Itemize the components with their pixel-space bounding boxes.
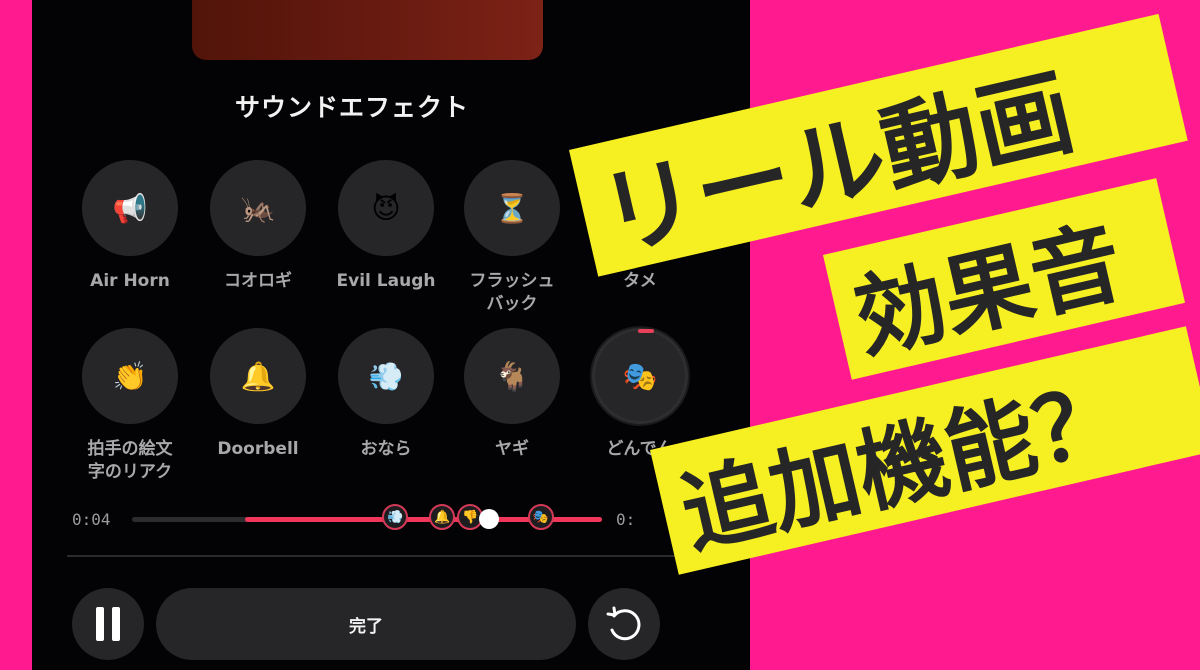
theater-masks-icon: 🎭 xyxy=(532,509,549,525)
puff-marker[interactable]: 💨 xyxy=(382,504,409,530)
puff-icon: 💨 xyxy=(387,509,404,525)
effect-label: 拍手の絵文 字のリアク xyxy=(87,439,173,482)
divider xyxy=(67,555,750,557)
effect-goat[interactable]: 🐐 ヤギ xyxy=(457,328,567,461)
clapping-hands-icon: 👏 xyxy=(112,359,148,393)
current-time: 0:04 xyxy=(72,510,111,529)
cricket-icon: 🦗 xyxy=(240,191,276,225)
effect-label: Evil Laugh xyxy=(336,271,436,291)
effect-donden-selected[interactable]: 🎭 どんでん xyxy=(585,328,695,461)
phone-screen: サウンドエフェクト 📢 Air Horn 🦗 コオロギ 😈 Evil Laugh… xyxy=(32,0,750,670)
thumbs-down-icon: 👎 xyxy=(462,509,479,525)
puff-icon: 💨 xyxy=(368,359,404,393)
pause-button[interactable] xyxy=(72,588,144,660)
theater-masks-marker[interactable]: 🎭 xyxy=(527,504,554,530)
effect-fart[interactable]: 💨 おなら xyxy=(331,328,441,461)
air-horn-icon: 📢 xyxy=(112,191,148,225)
effect-label: フラッシュ バック xyxy=(469,271,555,314)
bell-marker[interactable]: 🔔 xyxy=(429,504,456,530)
reset-button[interactable] xyxy=(588,588,660,660)
effect-label: Air Horn xyxy=(90,271,170,291)
video-preview xyxy=(192,0,543,60)
undo-icon xyxy=(606,606,641,641)
end-time: 0: xyxy=(616,510,636,529)
selection-indicator xyxy=(638,329,654,333)
effect-label: Doorbell xyxy=(217,439,299,459)
done-button[interactable]: 完了 xyxy=(156,588,576,660)
bell-icon: 🔔 xyxy=(434,509,451,525)
effect-applause[interactable]: 👏 拍手の絵文 字のリアク xyxy=(75,328,185,484)
sheet-title: サウンドエフェクト xyxy=(234,93,469,122)
effect-label: コオロギ xyxy=(224,271,292,291)
effect-flashback[interactable]: ⏳ フラッシュ バック xyxy=(457,160,567,316)
pause-icon xyxy=(96,607,120,641)
smiling-devil-icon: 😈 xyxy=(371,191,401,225)
effect-evil-laugh[interactable]: 😈 Evil Laugh xyxy=(331,160,441,293)
effect-cricket[interactable]: 🦗 コオロギ xyxy=(203,160,313,293)
effect-air-horn[interactable]: 📢 Air Horn xyxy=(75,160,185,293)
effect-label: ヤギ xyxy=(495,439,529,459)
hourglass-icon: ⏳ xyxy=(494,191,530,225)
theater-masks-icon: 🎭 xyxy=(622,359,658,393)
effect-label: おなら xyxy=(360,439,412,459)
goat-icon: 🐐 xyxy=(494,359,530,393)
bell-icon: 🔔 xyxy=(240,359,276,393)
effect-doorbell[interactable]: 🔔 Doorbell xyxy=(203,328,313,461)
playhead-handle[interactable] xyxy=(479,509,500,529)
